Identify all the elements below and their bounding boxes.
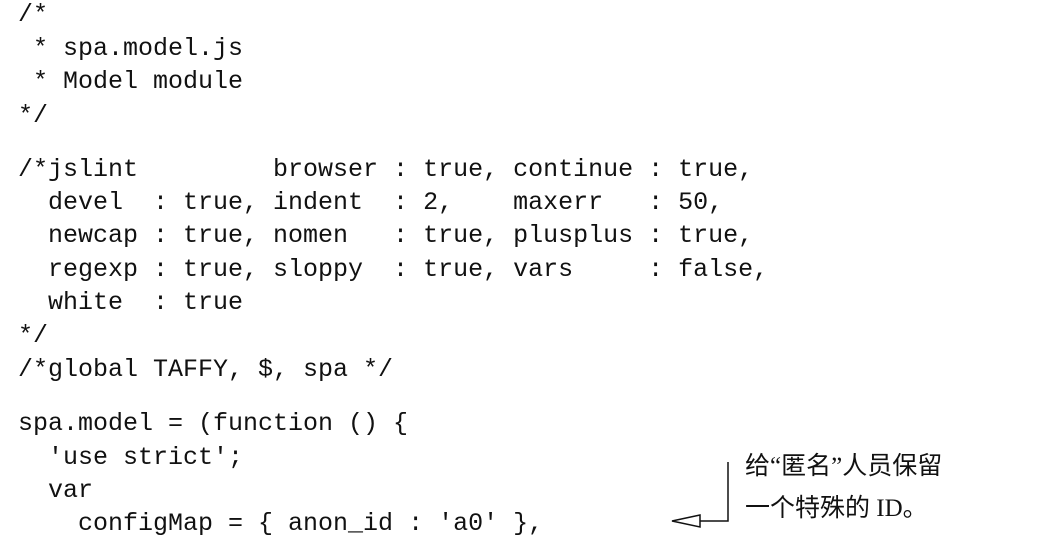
callout-arrow-icon — [671, 514, 701, 528]
annotation-line-1: 给“匿名”人员保留 — [745, 453, 943, 480]
annotation-line-2: 一个特殊的 ID。 — [745, 495, 928, 522]
callout-bracket-line — [700, 462, 729, 522]
